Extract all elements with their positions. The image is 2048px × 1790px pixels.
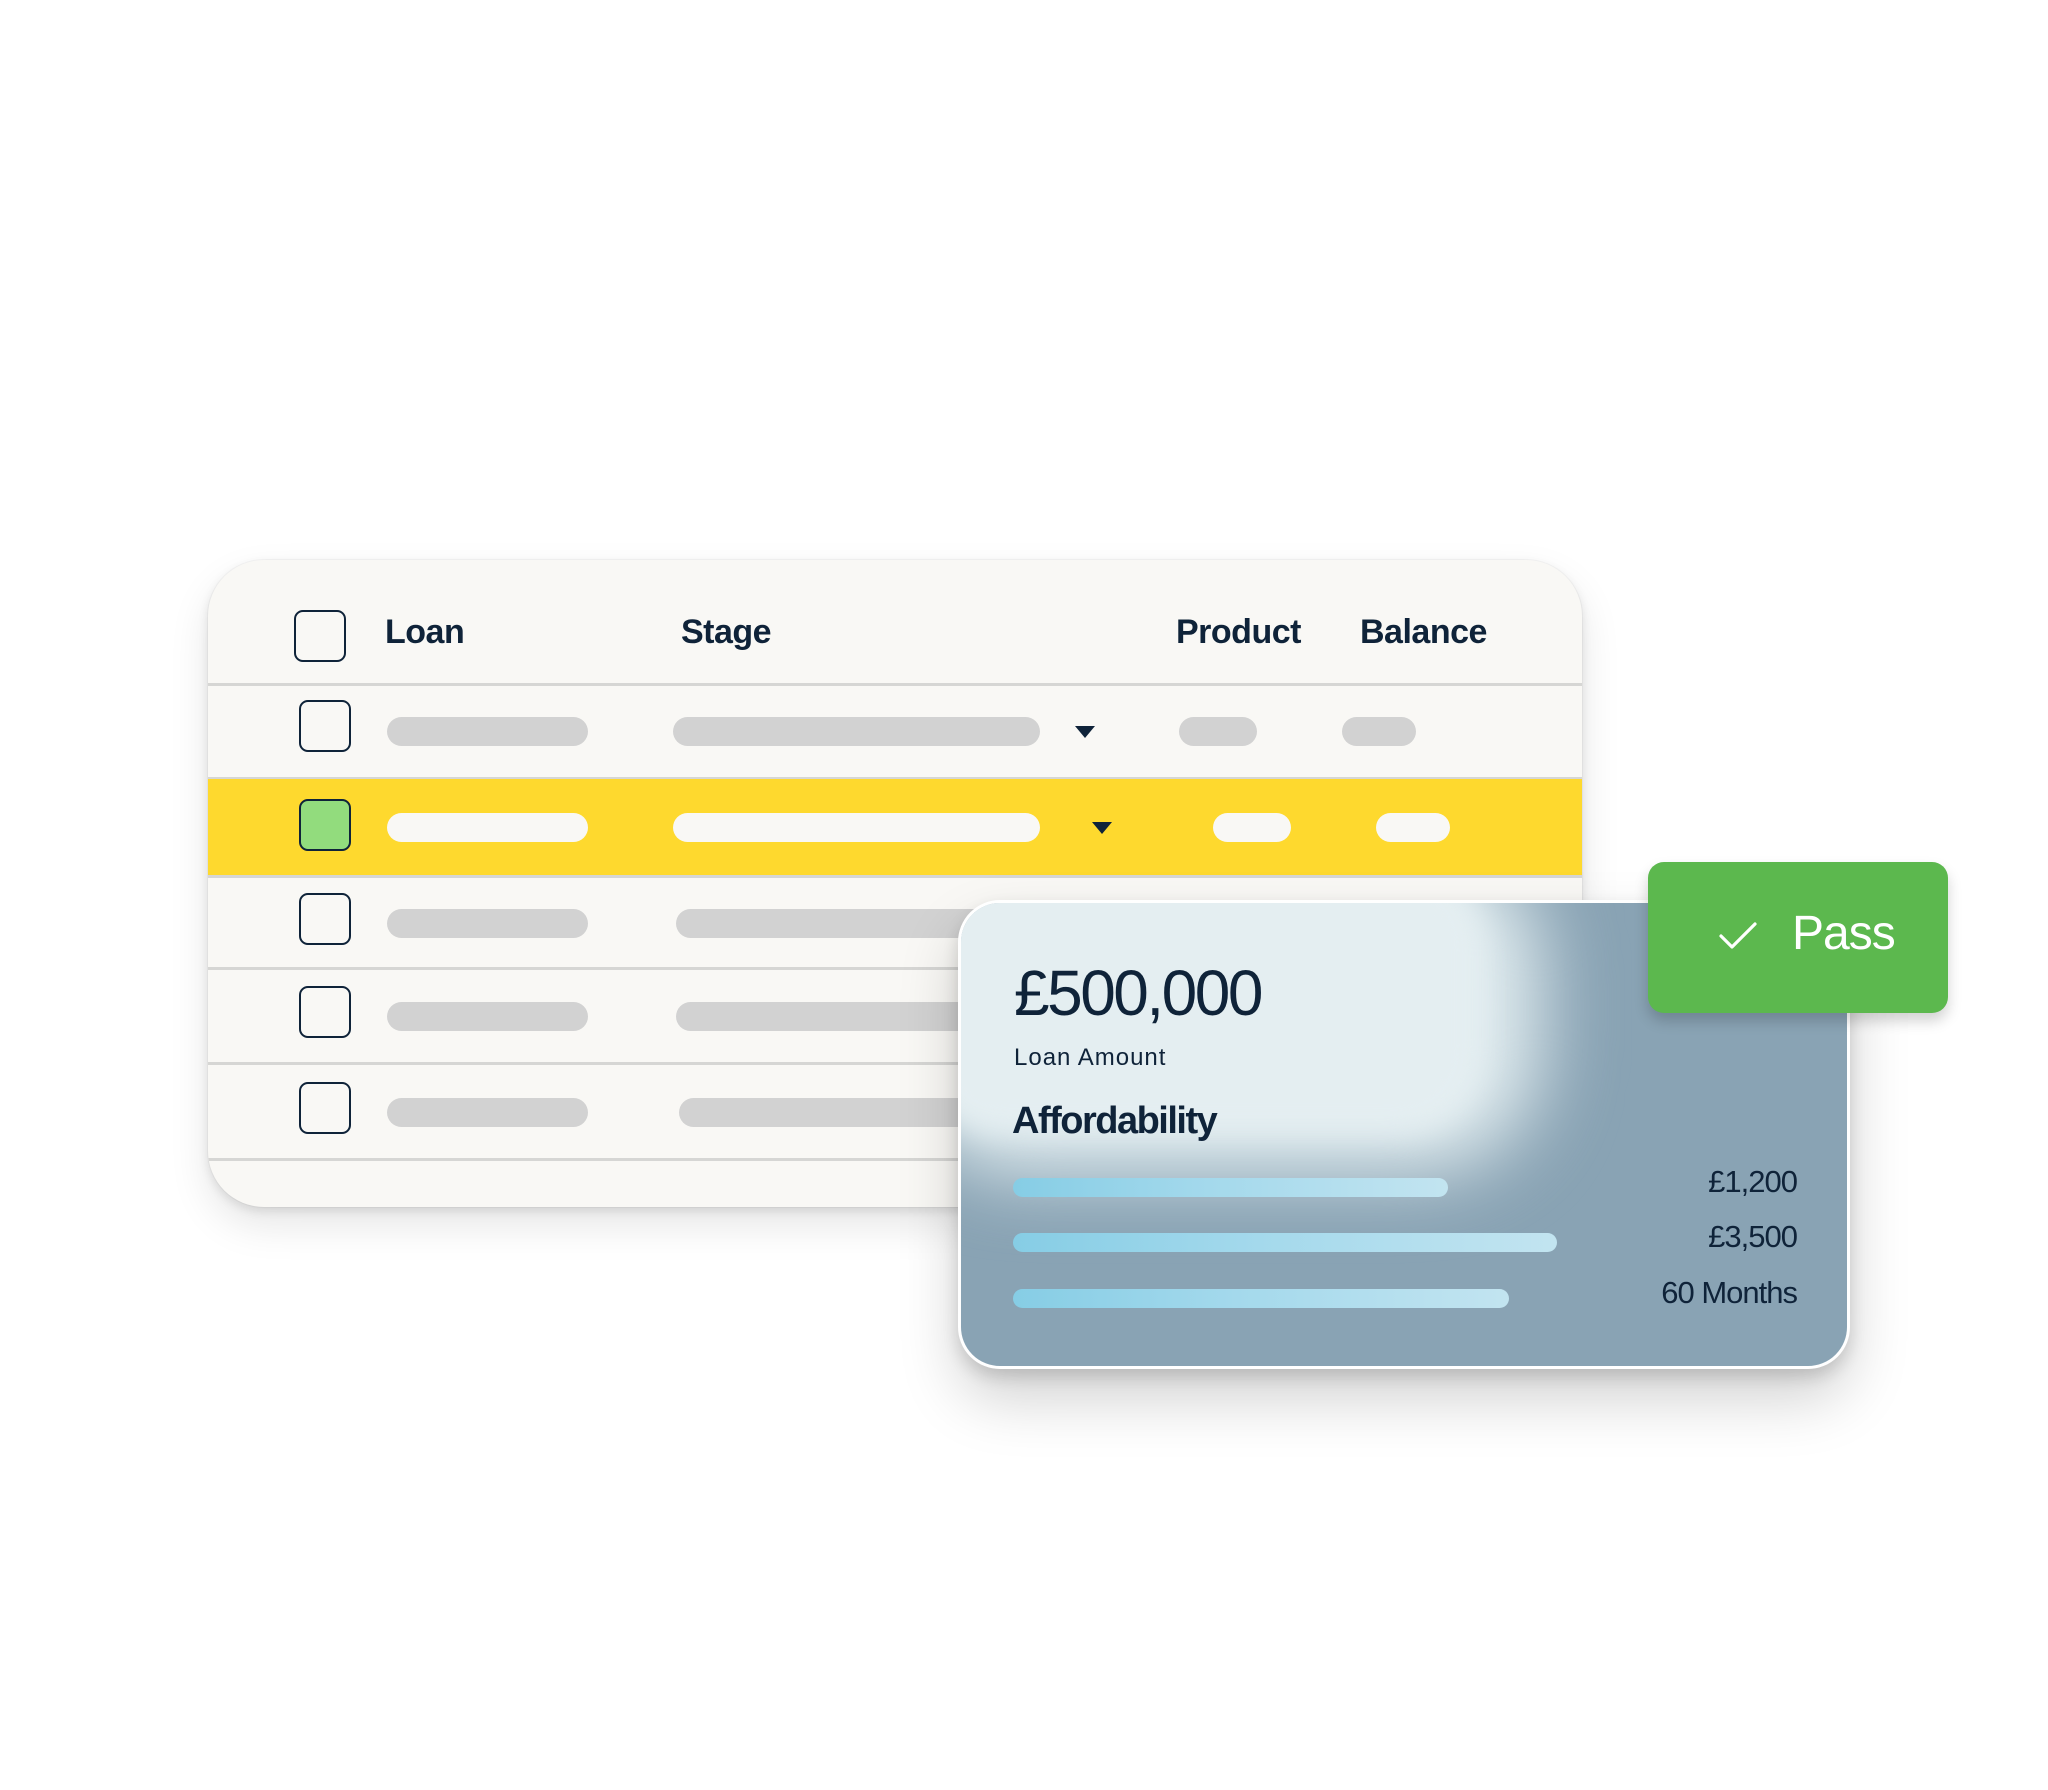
pass-label: Pass [1792, 907, 1896, 960]
row-checkbox[interactable] [299, 1082, 351, 1134]
product-placeholder [1213, 813, 1291, 842]
stage-dropdown-caret-icon[interactable] [1092, 822, 1112, 834]
affordability-bar-income [1013, 1178, 1448, 1197]
pass-status-badge: Pass [1648, 862, 1948, 1013]
loan-amount-label: Loan Amount [1014, 1044, 1167, 1071]
loan-placeholder [387, 1098, 588, 1127]
stage-placeholder [673, 813, 1040, 842]
row-checkbox[interactable] [299, 700, 351, 752]
check-icon [1719, 922, 1757, 949]
column-header-stage[interactable]: Stage [681, 612, 772, 652]
row-checkbox-checked[interactable] [299, 799, 351, 851]
loan-placeholder [387, 813, 588, 842]
product-placeholder [1179, 717, 1257, 746]
loan-placeholder [387, 909, 588, 938]
balance-placeholder [1342, 717, 1416, 746]
stage-dropdown-caret-icon[interactable] [1075, 726, 1095, 738]
balance-placeholder [1376, 813, 1450, 842]
affordability-value-outgoings: £3,500 [1708, 1219, 1798, 1254]
loan-placeholder [387, 717, 588, 746]
column-header-product[interactable]: Product [1176, 612, 1301, 652]
affordability-value-income: £1,200 [1708, 1164, 1798, 1199]
column-header-loan[interactable]: Loan [385, 612, 465, 652]
affordability-bar-outgoings [1013, 1233, 1557, 1252]
table-row-selected[interactable] [208, 779, 1582, 875]
column-header-balance[interactable]: Balance [1360, 612, 1487, 652]
loan-amount-value: £500,000 [1014, 957, 1263, 1029]
loan-placeholder [387, 1002, 588, 1031]
affordability-title: Affordability [1012, 1100, 1218, 1142]
row-checkbox[interactable] [299, 893, 351, 945]
select-all-checkbox[interactable] [294, 610, 346, 662]
stage-placeholder [673, 717, 1040, 746]
row-checkbox[interactable] [299, 986, 351, 1038]
affordability-value-term: 60 Months [1661, 1275, 1798, 1310]
header-divider [208, 683, 1582, 686]
affordability-bar-term [1013, 1289, 1509, 1308]
row-divider [208, 875, 1582, 878]
